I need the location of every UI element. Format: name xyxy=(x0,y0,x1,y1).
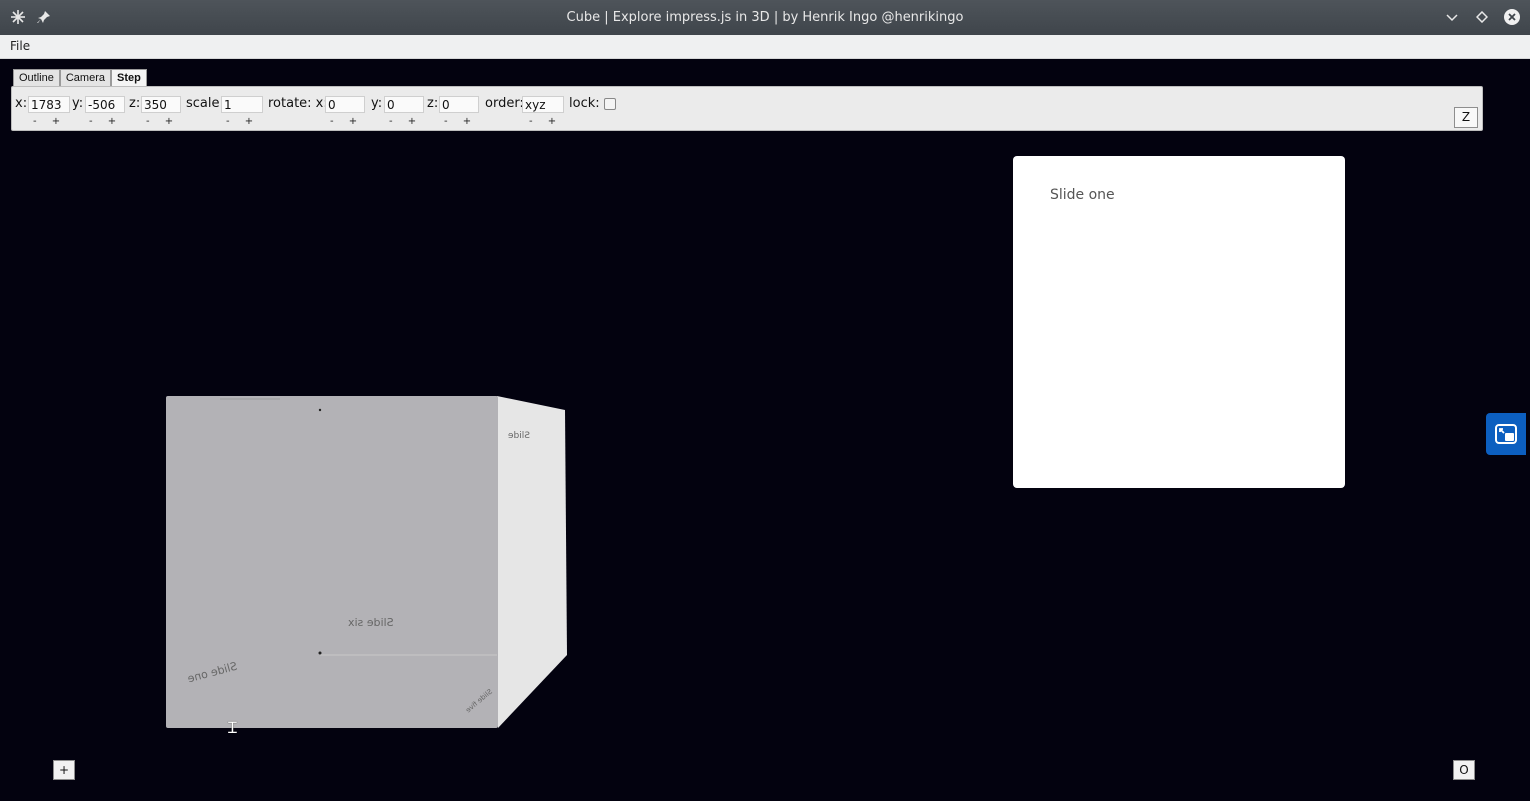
y-field-group: y: -506 - + xyxy=(72,96,132,127)
menu-bar: File xyxy=(0,35,1530,59)
lock-field-group: lock: xyxy=(569,96,629,126)
cube[interactable]: Slide six Slide one Slide Slide five xyxy=(160,390,580,735)
order-plus[interactable]: + xyxy=(548,116,556,127)
cube-edge-lines xyxy=(220,398,497,656)
y-input[interactable]: -506 xyxy=(85,96,125,113)
close-icon[interactable] xyxy=(1504,9,1520,25)
z-stepper[interactable]: - + xyxy=(146,116,173,127)
x-stepper[interactable]: - + xyxy=(33,116,60,127)
x-input[interactable]: 1783 xyxy=(28,96,70,113)
rotate-y-label: y: xyxy=(371,96,383,111)
text-cursor-icon: Ɪ xyxy=(228,718,237,737)
z-input[interactable]: 350 xyxy=(141,96,181,113)
order-label: order: xyxy=(485,96,524,111)
slide-one[interactable]: Slide one xyxy=(1013,156,1345,488)
rotate-z-minus[interactable]: - xyxy=(444,116,448,127)
rotate-x-minus[interactable]: - xyxy=(330,116,334,127)
x-minus[interactable]: - xyxy=(33,116,37,127)
z-button[interactable]: Z xyxy=(1454,107,1478,128)
lock-label: lock: xyxy=(569,96,600,111)
z-label: z: xyxy=(129,96,141,111)
order-field-group: order: xyz - + xyxy=(485,96,565,127)
rotate-y-input[interactable]: 0 xyxy=(384,96,424,113)
z-plus[interactable]: + xyxy=(165,116,173,127)
scale-plus[interactable]: + xyxy=(245,116,253,127)
rotate-z-plus[interactable]: + xyxy=(463,116,471,127)
slide-one-text: Slide one xyxy=(1050,187,1115,203)
rotate-x-plus[interactable]: + xyxy=(349,116,357,127)
order-minus[interactable]: - xyxy=(529,116,533,127)
y-minus[interactable]: - xyxy=(89,116,93,127)
rotate-label: rotate: x: xyxy=(268,96,328,111)
editor-tabs: Outline Camera Step xyxy=(13,69,147,87)
scale-label: scale: xyxy=(186,96,224,111)
rotate-z-stepper[interactable]: - + xyxy=(444,116,471,127)
order-input[interactable]: xyz xyxy=(522,96,564,113)
rotate-z-input[interactable]: 0 xyxy=(439,96,479,113)
window-titlebar: Cube | Explore impress.js in 3D | by Hen… xyxy=(0,0,1530,35)
y-label: y: xyxy=(72,96,84,111)
tab-camera[interactable]: Camera xyxy=(59,69,111,87)
x-label: x: xyxy=(15,96,28,111)
scale-field-group: scale: 1 - + xyxy=(186,96,266,127)
lock-checkbox[interactable] xyxy=(604,98,616,110)
rotate-y-stepper[interactable]: - + xyxy=(389,116,416,127)
rotate-y-minus[interactable]: - xyxy=(389,116,393,127)
rotate-y-field-group: y: 0 - + xyxy=(371,96,426,127)
rotate-x-stepper[interactable]: - + xyxy=(330,116,357,127)
scale-input[interactable]: 1 xyxy=(221,96,263,113)
add-step-button[interactable]: + xyxy=(53,760,75,780)
scale-minus[interactable]: - xyxy=(226,116,230,127)
rotate-x-field-group: rotate: x: 0 - + xyxy=(268,96,368,127)
rotate-x-input[interactable]: 0 xyxy=(325,96,365,113)
tab-step[interactable]: Step xyxy=(110,69,147,87)
rotate-y-plus[interactable]: + xyxy=(408,116,416,127)
minimize-icon[interactable] xyxy=(1444,9,1460,25)
tab-outline[interactable]: Outline xyxy=(13,69,60,87)
x-field-group: x: 1783 - + xyxy=(15,96,75,127)
y-stepper[interactable]: - + xyxy=(89,116,116,127)
order-stepper[interactable]: - + xyxy=(529,116,556,127)
rotate-z-label: z: xyxy=(427,96,439,111)
step-toolbar: x: 1783 - + y: -506 - + z: 350 - + scale… xyxy=(11,86,1483,131)
rotate-z-field-group: z: 0 - + xyxy=(427,96,482,127)
z-minus[interactable]: - xyxy=(146,116,150,127)
scale-stepper[interactable]: - + xyxy=(226,116,253,127)
picture-in-picture-icon[interactable] xyxy=(1486,413,1526,455)
window-title: Cube | Explore impress.js in 3D | by Hen… xyxy=(566,10,964,25)
cube-front-text: Slide six xyxy=(348,616,394,629)
x-plus[interactable]: + xyxy=(52,116,60,127)
y-plus[interactable]: + xyxy=(108,116,116,127)
overview-button[interactable]: O xyxy=(1453,760,1475,780)
maximize-icon[interactable] xyxy=(1474,9,1490,25)
menu-file[interactable]: File xyxy=(10,39,30,53)
cube-side-text: Slide xyxy=(508,431,530,441)
z-field-group: z: 350 - + xyxy=(129,96,184,127)
